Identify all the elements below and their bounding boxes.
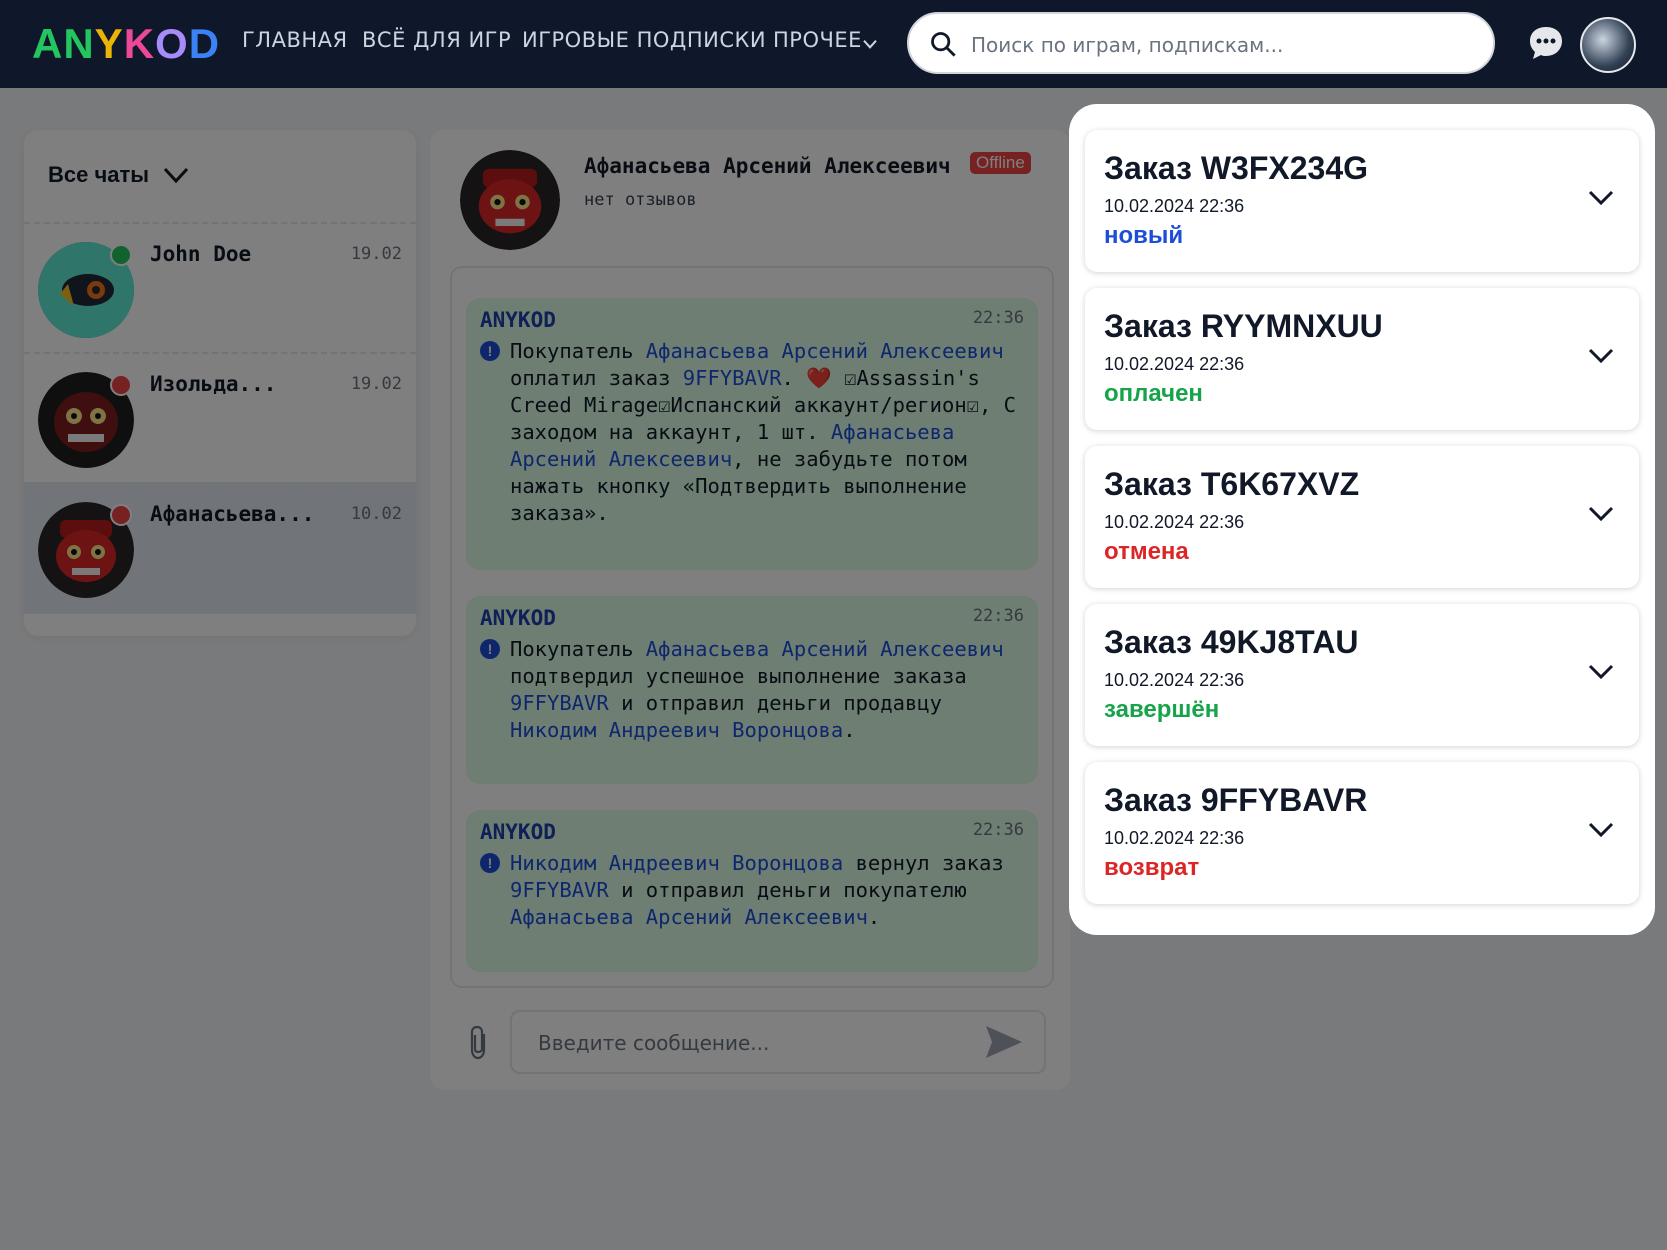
logo-part: O	[155, 20, 189, 67]
chevron-down-icon[interactable]	[1587, 188, 1615, 208]
messages-icon[interactable]	[1527, 24, 1565, 62]
nav-games[interactable]: ВСЁ ДЛЯ ИГР	[362, 28, 511, 52]
anykod-logo[interactable]: ANYKOD	[32, 20, 220, 68]
chevron-down-icon[interactable]	[1587, 662, 1615, 682]
order-card[interactable]: Заказ 49KJ8TAU 10.02.2024 22:36 завершён	[1085, 604, 1639, 746]
order-status: завершён	[1104, 696, 1220, 723]
logo-part: D	[188, 20, 221, 67]
nav-home[interactable]: ГЛАВНАЯ	[242, 28, 348, 52]
logo-part: AN	[32, 20, 95, 67]
order-date: 10.02.2024 22:36	[1104, 354, 1245, 374]
order-status: оплачен	[1104, 380, 1203, 407]
order-title: Заказ RYYMNXUU	[1104, 308, 1383, 344]
order-title: Заказ T6K67XVZ	[1104, 466, 1360, 502]
order-card[interactable]: Заказ T6K67XVZ 10.02.2024 22:36 отмена	[1085, 446, 1639, 588]
order-date: 10.02.2024 22:36	[1104, 670, 1245, 690]
search-icon[interactable]	[929, 30, 957, 58]
nav-other[interactable]: ПРОЧЕЕ	[773, 28, 862, 52]
user-avatar[interactable]	[1580, 17, 1636, 73]
order-card[interactable]: Заказ 9FFYBAVR 10.02.2024 22:36 возврат	[1085, 762, 1639, 904]
search-bar	[907, 12, 1495, 74]
order-status: отмена	[1104, 538, 1189, 565]
order-title: Заказ W3FX234G	[1104, 150, 1369, 186]
order-title: Заказ 49KJ8TAU	[1104, 624, 1359, 660]
order-date: 10.02.2024 22:36	[1104, 196, 1245, 216]
logo-part: Y	[94, 20, 124, 67]
chevron-down-icon[interactable]	[1587, 346, 1615, 366]
top-header: ANYKOD ГЛАВНАЯ ВСЁ ДЛЯ ИГР ИГРОВЫЕ ПОДПИ…	[0, 0, 1667, 88]
orders-panel: Заказ W3FX234G 10.02.2024 22:36 новый За…	[1069, 104, 1655, 935]
search-input[interactable]	[969, 24, 1473, 66]
order-status: новый	[1104, 222, 1184, 249]
order-status: возврат	[1104, 854, 1200, 881]
order-card[interactable]: Заказ W3FX234G 10.02.2024 22:36 новый	[1085, 130, 1639, 272]
chevron-down-icon[interactable]	[862, 36, 878, 52]
order-date: 10.02.2024 22:36	[1104, 828, 1245, 848]
chevron-down-icon[interactable]	[1587, 820, 1615, 840]
chevron-down-icon[interactable]	[1587, 504, 1615, 524]
order-title: Заказ 9FFYBAVR	[1104, 782, 1368, 818]
order-date: 10.02.2024 22:36	[1104, 512, 1245, 532]
logo-part: K	[123, 20, 156, 67]
nav-subscriptions[interactable]: ИГРОВЫЕ ПОДПИСКИ	[522, 28, 766, 52]
order-card[interactable]: Заказ RYYMNXUU 10.02.2024 22:36 оплачен	[1085, 288, 1639, 430]
